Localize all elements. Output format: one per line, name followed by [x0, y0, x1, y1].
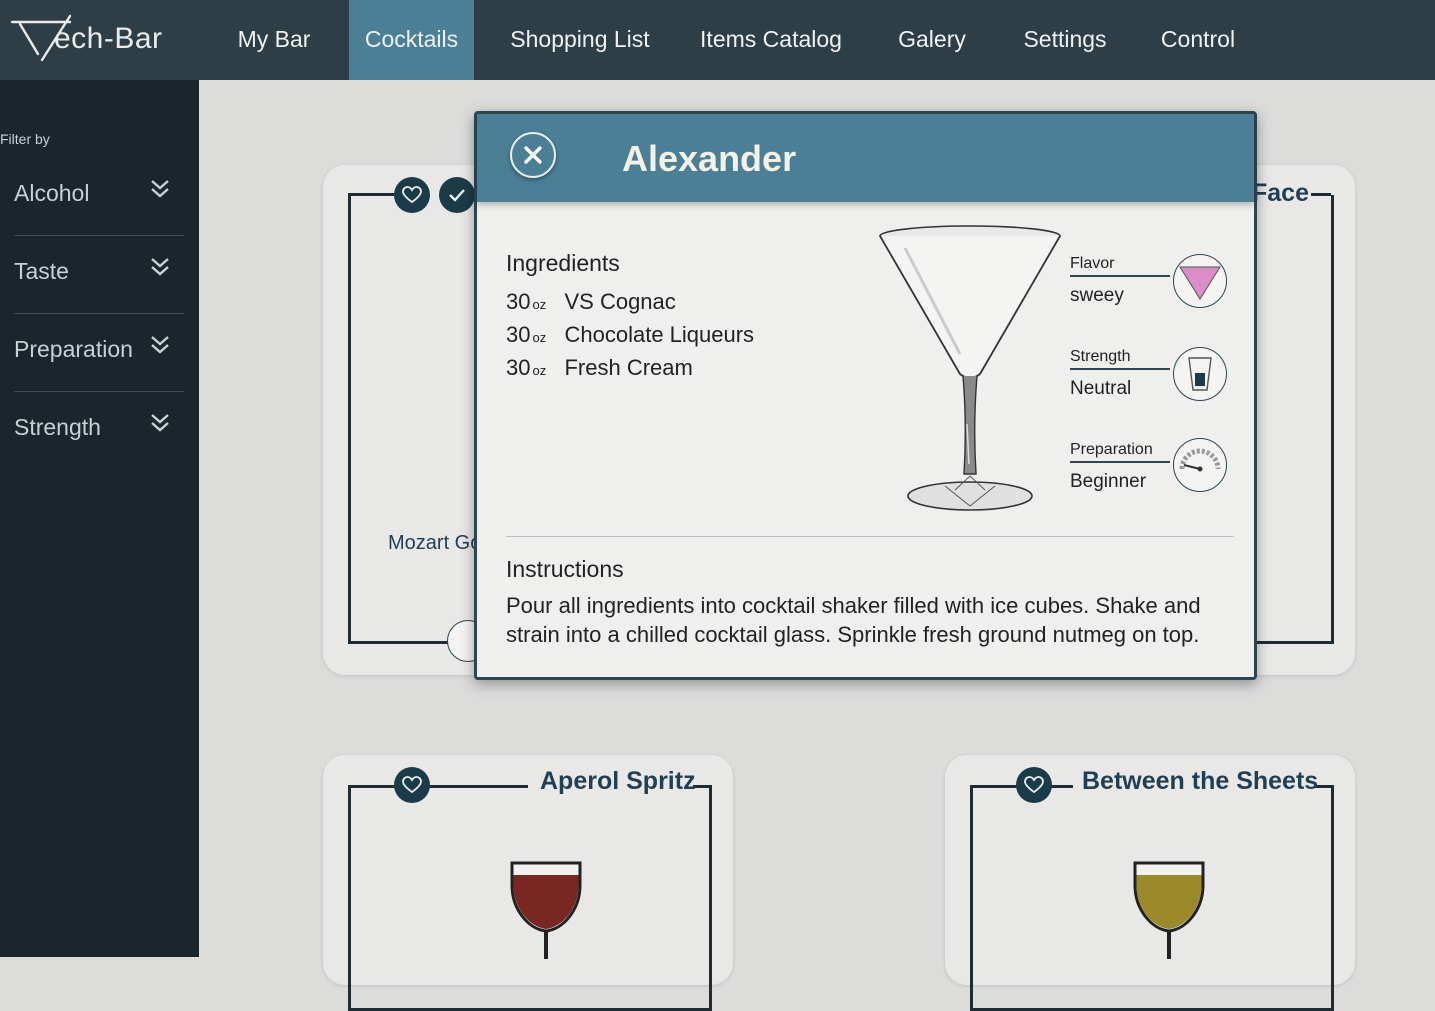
nav-my-bar[interactable]: My Bar [214, 0, 334, 80]
modal-header: Alexander [477, 114, 1254, 202]
strength-label: Strength [1070, 348, 1170, 370]
double-chevron-down-icon[interactable] [150, 256, 170, 278]
ingredient-unit: oz [532, 297, 547, 312]
ingredient-qty: 30 [506, 355, 531, 380]
heart-icon[interactable] [394, 767, 430, 803]
preparation-value: Beginner [1070, 471, 1147, 492]
close-button[interactable] [510, 132, 556, 178]
flavor-label: Flavor [1070, 255, 1170, 277]
wine-glass-icon [1133, 861, 1205, 959]
cocktail-detail-modal: Alexander Ingredients 30 oz VS Cognac 30 oz… [474, 111, 1257, 680]
cocktail-glass-image [879, 225, 1061, 511]
nav-cocktails[interactable]: Cocktails [349, 0, 474, 80]
modal-divider [506, 536, 1234, 537]
nav-galery[interactable]: Galery [880, 0, 984, 80]
filter-alcohol[interactable]: Alcohol [14, 180, 184, 258]
ingredient-unit: oz [532, 363, 547, 378]
instructions-text: Pour all ingredients into cocktail shake… [506, 593, 1201, 647]
nav-shopping-list[interactable]: Shopping List [494, 0, 666, 80]
wine-glass-icon [510, 861, 582, 959]
filter-preparation[interactable]: Preparation [14, 336, 184, 414]
nav-items-catalog[interactable]: Items Catalog [686, 0, 856, 80]
filter-by-label: Filter by [0, 131, 50, 147]
filter-taste-label: Taste [14, 258, 69, 284]
heart-icon[interactable] [1016, 767, 1052, 803]
filter-alcohol-label: Alcohol [14, 180, 90, 206]
double-chevron-down-icon[interactable] [150, 412, 170, 434]
instructions-heading: Instructions [506, 556, 624, 582]
close-icon[interactable] [523, 145, 543, 165]
ingredient-row: 30 oz Fresh Cream [506, 355, 693, 381]
filter-divider [14, 235, 184, 236]
filter-strength[interactable]: Strength [14, 414, 184, 492]
pink-triangle-icon [1173, 254, 1227, 308]
double-chevron-down-icon[interactable] [150, 178, 170, 200]
card-name-partial: Mozart Go [388, 532, 482, 554]
top-navbar: ech-Bar My Bar Cocktails Shopping List I… [0, 0, 1435, 80]
flavor-value: sweey [1070, 285, 1124, 306]
filter-sidebar: Filter by Alcohol Taste Preparation Stre… [0, 80, 199, 957]
gauge-icon [1173, 438, 1227, 492]
ingredient-row: 30 oz Chocolate Liqueurs [506, 322, 754, 348]
ingredient-qty: 30 [506, 322, 531, 347]
ingredient-unit: oz [532, 330, 547, 345]
ingredient-name: Fresh Cream [564, 355, 693, 380]
heart-icon[interactable] [394, 177, 430, 213]
logo-text[interactable]: ech-Bar [54, 22, 163, 56]
cocktail-card-aperol-spritz[interactable]: Aperol Spritz [323, 755, 733, 1011]
ingredients-heading: Ingredients [506, 250, 620, 276]
ingredient-name: VS Cognac [564, 289, 676, 314]
card-frame-edge [1311, 193, 1331, 196]
filter-divider [14, 313, 184, 314]
preparation-label: Preparation [1070, 441, 1170, 463]
ingredient-row: 30 oz VS Cognac [506, 289, 676, 315]
cocktail-card-between-the-sheets[interactable]: Between the Sheets [945, 755, 1355, 1011]
card-title-partial: Face [1252, 179, 1309, 207]
nav-settings[interactable]: Settings [1004, 0, 1126, 80]
card-title[interactable]: Aperol Spritz [540, 767, 696, 796]
filter-divider [14, 391, 184, 392]
filter-strength-label: Strength [14, 414, 101, 440]
filter-preparation-label: Preparation [14, 336, 133, 362]
check-icon[interactable] [439, 177, 475, 213]
nav-control[interactable]: Control [1142, 0, 1254, 80]
modal-title: Alexander [622, 138, 797, 179]
card-title[interactable]: Between the Sheets [1082, 767, 1318, 796]
double-chevron-down-icon[interactable] [150, 334, 170, 356]
ingredient-name: Chocolate Liqueurs [564, 322, 755, 347]
card-frame-edge [348, 193, 398, 196]
strength-value: Neutral [1070, 378, 1132, 399]
shot-glass-icon [1173, 347, 1227, 401]
filter-taste[interactable]: Taste [14, 258, 184, 336]
ingredient-qty: 30 [506, 289, 531, 314]
